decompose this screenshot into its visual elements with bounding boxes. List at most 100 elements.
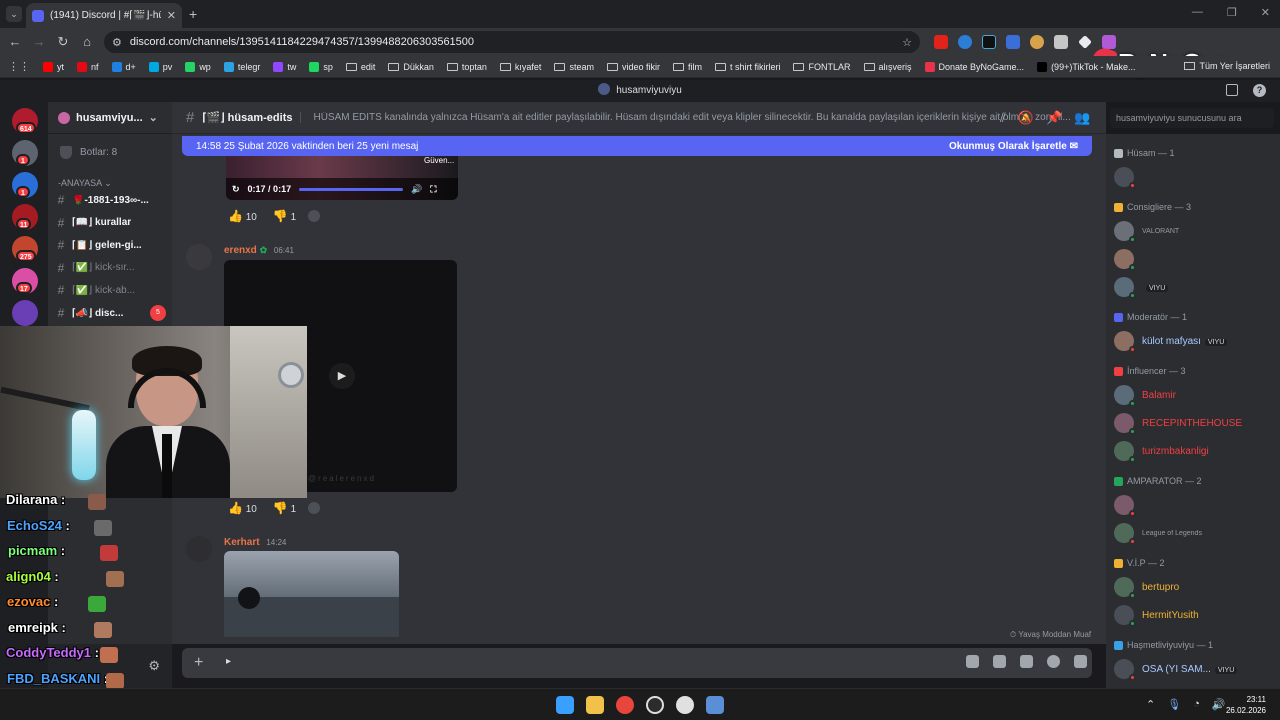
member-row[interactable]: hüsam	[1114, 164, 1276, 190]
wifi-icon[interactable]: ◔	[1193, 698, 1200, 711]
url-bar[interactable]: ⚙ discord.com/channels/13951411842294743…	[104, 31, 920, 53]
replay-icon[interactable]: ↻	[232, 184, 240, 195]
bookmark-item[interactable]: tw	[273, 61, 296, 72]
bookmark-item[interactable]: film	[672, 62, 702, 72]
server-icon[interactable]	[12, 300, 38, 326]
threads-icon[interactable]: ⫽	[1000, 110, 1006, 126]
channel-topic[interactable]: HÜSAM EDİTS kanalında yalnızca Hüsam'a a…	[300, 112, 1106, 123]
channel-item[interactable]: # ⌈📣⌋ disc... 5	[48, 303, 172, 323]
member-row[interactable]: külot mafyası VIYU	[1114, 328, 1276, 354]
bookmark-item[interactable]: pv	[148, 61, 172, 72]
bookmark-item[interactable]: wp	[185, 61, 211, 72]
bookmark-item[interactable]: edit	[345, 62, 375, 72]
image-attachment[interactable]	[224, 551, 399, 637]
video-progress-bar[interactable]	[299, 187, 404, 191]
member-list-icon[interactable]: 👥	[1074, 110, 1090, 126]
bookmark-item[interactable]: (99+)TikTok - Make...	[1037, 61, 1136, 72]
search-input[interactable]: husamviyuviyu sunucusunu ara	[1110, 108, 1274, 128]
chrome-icon[interactable]	[616, 696, 634, 714]
extension-icon[interactable]	[1054, 35, 1068, 49]
extension-icon[interactable]	[1102, 35, 1116, 49]
bookmark-item[interactable]: sp	[309, 61, 333, 72]
bookmark-item[interactable]: kıyafet	[499, 62, 541, 72]
member-row[interactable]: RECEPİNTHEHOUSE	[1114, 410, 1276, 436]
add-reaction-icon[interactable]	[308, 210, 321, 222]
member-row[interactable]: bertupro	[1114, 574, 1276, 600]
bookmark-item[interactable]: video fikir	[606, 62, 660, 72]
close-window-icon[interactable]: ✕	[1261, 6, 1270, 19]
new-messages-bar[interactable]: 14:58 25 Şubat 2026 vaktinden beri 25 ye…	[182, 136, 1092, 156]
bookmark-item[interactable]: d+	[111, 61, 136, 72]
member-row[interactable]: OSA (Yİ SAM... VIYU	[1114, 656, 1276, 682]
all-bookmarks-button[interactable]: Tüm Yer İşaretleri	[1184, 61, 1270, 71]
fullscreen-icon[interactable]: ⛶	[430, 184, 436, 195]
member-row[interactable]: League of Legends	[1114, 520, 1276, 546]
member-row[interactable]: VIYU	[1114, 274, 1276, 300]
apps-grid-icon[interactable]: ⋮⋮	[8, 60, 30, 73]
channel-item[interactable]: # ⌈📋⌋ gelen-gi...	[48, 235, 172, 255]
bookmark-item[interactable]: Donate ByNoGame...	[924, 61, 1024, 72]
reaction-thumbs-up[interactable]: 👍 10	[228, 209, 257, 223]
help-icon[interactable]: ?	[1253, 84, 1266, 97]
bookmark-item[interactable]: FONTLAR	[793, 62, 851, 72]
extension-icon[interactable]	[982, 35, 996, 49]
bookmark-star-icon[interactable]: ☆	[902, 36, 912, 49]
bookmark-item[interactable]: toptan	[446, 62, 487, 72]
channel-item[interactable]: # ⌈📖⌋ kurallar	[48, 213, 172, 233]
bookmark-item[interactable]: Dükkan	[388, 62, 434, 72]
gif-icon[interactable]	[993, 655, 1006, 668]
mic-tray-icon[interactable]: 🎙	[1167, 698, 1181, 711]
member-row[interactable]: Balamir	[1114, 382, 1276, 408]
member-row[interactable]: VALORANT	[1114, 218, 1276, 244]
close-tab-icon[interactable]: ✕	[167, 9, 176, 22]
bookmark-item[interactable]: yt	[43, 61, 64, 72]
chevron-up-icon[interactable]: ⌃	[1146, 698, 1155, 711]
member-row[interactable]	[1114, 492, 1276, 518]
avatar[interactable]	[186, 244, 212, 270]
reload-icon[interactable]: ↻	[54, 33, 72, 51]
bookmark-item[interactable]: t shirt fikirleri	[714, 62, 780, 72]
member-row[interactable]: HermitYusith	[1114, 602, 1276, 628]
maximize-icon[interactable]: ❐	[1227, 6, 1237, 19]
bookmark-item[interactable]: alışveriş	[863, 62, 912, 72]
bookmark-item[interactable]: steam	[554, 62, 594, 72]
pinned-icon[interactable]: 📌	[1046, 110, 1062, 126]
sticker-icon[interactable]	[1020, 655, 1033, 668]
reaction-thumbs-down[interactable]: 👎 1	[273, 501, 296, 515]
start-menu-icon[interactable]	[556, 696, 574, 714]
channel-item[interactable]: # ⌈✅⌋ kick-ab...	[48, 280, 172, 300]
app-icon[interactable]	[706, 696, 724, 714]
extension-icon[interactable]	[1078, 35, 1092, 49]
attach-plus-icon[interactable]: +	[194, 654, 203, 672]
tab-search-button[interactable]: ⌄	[6, 6, 22, 22]
message-composer[interactable]: + ▸	[182, 648, 1092, 678]
home-icon[interactable]: ⌂	[78, 33, 96, 51]
adblock-extension-icon[interactable]	[934, 35, 948, 49]
obs-icon[interactable]	[646, 696, 664, 714]
notification-bell-icon[interactable]: 🔕	[1018, 110, 1034, 126]
forward-icon[interactable]: →	[30, 33, 48, 51]
browser-tab-discord[interactable]: (1941) Discord | #⌈🎬⌋-hüsam-e... ✕	[26, 3, 182, 28]
channel-item[interactable]: # 🌹-1881-193∞-...	[48, 190, 172, 210]
bookmark-item[interactable]: nf	[77, 61, 99, 72]
back-icon[interactable]: ←	[6, 33, 24, 51]
member-row[interactable]: turizmbakanligi	[1114, 438, 1276, 464]
message-author-erenxd[interactable]: erenxd ✿ 06:41	[224, 245, 294, 256]
emoji-icon[interactable]	[1047, 655, 1060, 668]
file-explorer-icon[interactable]	[586, 696, 604, 714]
play-button-icon[interactable]: ▶	[329, 363, 355, 389]
extension-icon[interactable]	[1030, 35, 1044, 49]
app-icon[interactable]	[676, 696, 694, 714]
bookmark-item[interactable]: telegr	[223, 61, 260, 72]
mark-as-read-button[interactable]: Okunmuş Olarak İşaretle ✉	[949, 141, 1078, 152]
member-row[interactable]	[1114, 246, 1276, 272]
extension-icon[interactable]	[1006, 35, 1020, 49]
message-author-kerhart[interactable]: Kerhart 14:24	[224, 537, 286, 548]
volume-icon[interactable]: 🔊	[411, 184, 422, 195]
category-anayasa[interactable]: -ANAYASA ⌄	[58, 178, 112, 189]
gift-icon[interactable]	[966, 655, 979, 668]
volume-icon[interactable]: 🔊	[1212, 698, 1226, 711]
video-attachment[interactable]: Güven... ↻ 0:17 / 0:17 🔊 ⛶	[226, 156, 458, 200]
site-info-icon[interactable]: ⚙	[112, 36, 122, 49]
minimize-icon[interactable]: —	[1192, 6, 1203, 19]
